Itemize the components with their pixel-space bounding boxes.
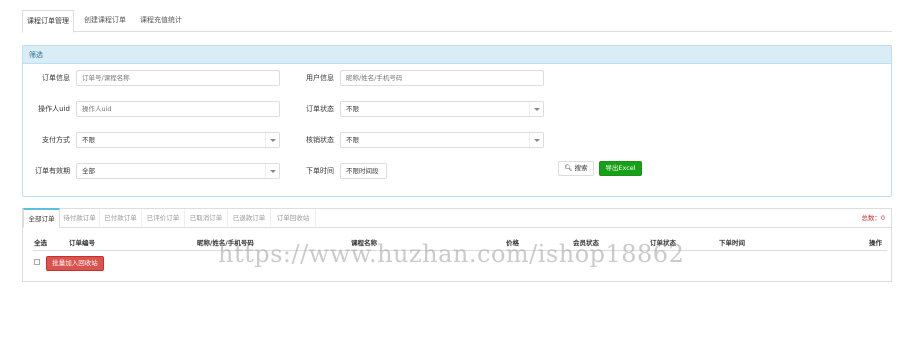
search-button-label: 搜索 bbox=[574, 164, 588, 172]
tab-cancelled-orders[interactable]: 已取消订单 bbox=[185, 209, 228, 228]
pay-method-label: 支付方式 bbox=[42, 136, 70, 144]
order-status-label: 订单状态 bbox=[306, 105, 334, 113]
validity-select[interactable]: 全部 bbox=[76, 163, 280, 179]
order-info-label: 订单信息 bbox=[42, 74, 70, 82]
order-tab-bar: 全部订单 待付款订单 已付款订单 已评价订单 已取消订单 已退款订单 订单回收站… bbox=[23, 208, 891, 228]
validity-value: 全部 bbox=[82, 167, 95, 175]
order-time-label: 下单时间 bbox=[306, 167, 334, 175]
col-order-number: 订单编号 bbox=[69, 239, 95, 247]
order-status-value: 不限 bbox=[346, 105, 359, 113]
chevron-down-icon bbox=[265, 164, 279, 178]
total-count: 总数：0 bbox=[861, 214, 885, 222]
tab-recharge-stats[interactable]: 课程充值统计 bbox=[134, 10, 188, 32]
pay-method-select[interactable]: 不限 bbox=[76, 132, 280, 148]
tab-paid-orders[interactable]: 已付款订单 bbox=[100, 209, 142, 228]
verify-status-label: 核销状态 bbox=[306, 136, 334, 144]
order-time-picker[interactable]: 不限时间段 bbox=[340, 163, 387, 179]
tab-recycle-bin[interactable]: 订单回收站 bbox=[271, 209, 316, 228]
chevron-down-icon bbox=[529, 102, 543, 116]
tab-create-order[interactable]: 创建课程订单 bbox=[78, 10, 132, 32]
select-all-checkbox[interactable] bbox=[34, 259, 40, 265]
order-info-input[interactable] bbox=[76, 70, 280, 86]
user-info-label: 用户信息 bbox=[306, 74, 334, 82]
operator-uid-input[interactable] bbox=[76, 101, 280, 117]
user-info-input[interactable] bbox=[340, 70, 544, 86]
col-actions: 操作 bbox=[869, 239, 882, 247]
tab-unpaid-orders[interactable]: 待付款订单 bbox=[60, 209, 100, 228]
search-button[interactable]: 🔍︎ 搜索 bbox=[558, 161, 594, 176]
chevron-down-icon bbox=[265, 133, 279, 147]
order-status-select[interactable]: 不限 bbox=[340, 101, 544, 117]
tab-refunded-orders[interactable]: 已退款订单 bbox=[228, 209, 271, 228]
export-excel-button[interactable]: 导出Excel bbox=[599, 161, 642, 176]
watermark: https://www.huzhan.com/ishop18862 bbox=[218, 240, 685, 268]
verify-status-value: 不限 bbox=[346, 136, 359, 144]
verify-status-select[interactable]: 不限 bbox=[340, 132, 544, 148]
filter-title: 筛选 bbox=[23, 46, 891, 64]
validity-label: 订单有效期 bbox=[35, 167, 70, 175]
batch-recycle-button[interactable]: 批量加入回收站 bbox=[46, 256, 104, 271]
tab-course-orders[interactable]: 课程订单管理 bbox=[22, 10, 74, 33]
tab-all-orders[interactable]: 全部订单 bbox=[23, 208, 60, 228]
col-select-all[interactable]: 全选 bbox=[34, 238, 47, 248]
search-icon: 🔍︎ bbox=[564, 164, 573, 172]
tab-reviewed-orders[interactable]: 已评价订单 bbox=[142, 209, 185, 228]
chevron-down-icon bbox=[529, 133, 543, 147]
operator-uid-label: 操作人uid bbox=[38, 105, 70, 113]
pay-method-value: 不限 bbox=[82, 136, 95, 144]
top-tab-bar: 课程订单管理 创建课程订单 课程充值统计 bbox=[22, 10, 892, 33]
col-order-time: 下单时间 bbox=[719, 239, 745, 247]
